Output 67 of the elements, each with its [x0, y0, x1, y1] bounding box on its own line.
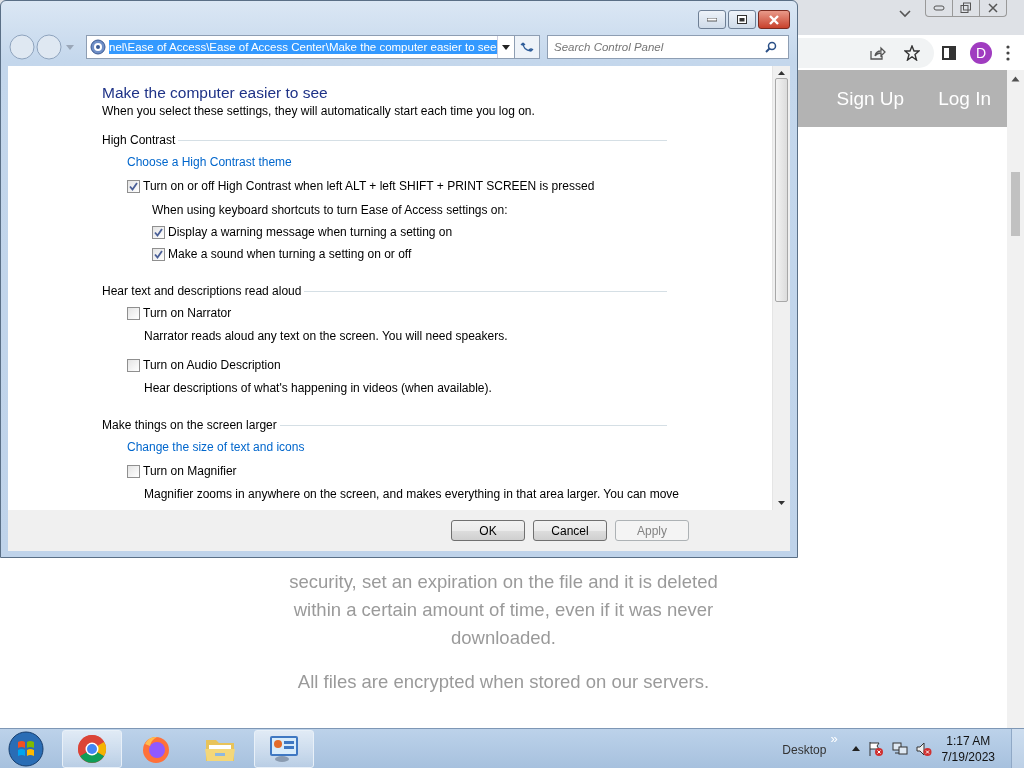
show-hidden-icons-icon[interactable]	[851, 746, 860, 751]
checkbox-label[interactable]: Turn on Magnifier	[143, 463, 237, 479]
scrollbar[interactable]	[1007, 70, 1024, 728]
minimize-button[interactable]	[698, 10, 726, 29]
clock[interactable]: 1:17 AM 7/19/2023	[941, 732, 995, 765]
start-button[interactable]	[8, 730, 44, 767]
volume-muted-icon[interactable]	[915, 740, 932, 757]
restore-icon	[960, 2, 972, 14]
close-icon	[987, 2, 999, 14]
clock-date: 7/19/2023	[941, 748, 995, 765]
checkbox[interactable]	[152, 225, 165, 239]
setting-description: Hear descriptions of what's happening in videos (when available).	[144, 380, 492, 396]
scroll-up-icon[interactable]	[1011, 76, 1020, 82]
star-icon[interactable]	[904, 44, 920, 61]
side-panel-icon[interactable]	[942, 45, 956, 60]
checkbox[interactable]	[127, 358, 140, 372]
close-icon	[768, 14, 780, 25]
desktop-toolbar-label[interactable]: Desktop	[782, 742, 827, 757]
chevron-down-icon[interactable]	[899, 10, 911, 18]
maximize-button[interactable]	[728, 10, 756, 29]
scroll-up-icon[interactable]	[778, 70, 785, 76]
checkbox[interactable]	[127, 179, 140, 193]
section-heading: High Contrast	[102, 132, 176, 148]
taskbar-button[interactable]	[254, 729, 314, 768]
checkbox-label[interactable]: Turn on Audio Description	[143, 357, 281, 373]
maximize-icon	[737, 15, 747, 24]
share-icon[interactable]	[870, 45, 886, 60]
profile-avatar[interactable]: D	[970, 41, 992, 64]
close-button[interactable]	[758, 10, 790, 29]
checkbox[interactable]	[127, 464, 140, 478]
note-text: When using keyboard shortcuts to turn Ease of Access settings on:	[152, 202, 509, 218]
taskbar-button[interactable]	[62, 729, 122, 768]
checkbox[interactable]	[127, 306, 140, 320]
search-icon	[765, 41, 777, 53]
chrome-icon	[77, 733, 107, 764]
minimize-icon	[707, 17, 717, 22]
search-field[interactable]: Search Control Panel	[547, 35, 789, 59]
scrollbar-thumb[interactable]	[1011, 172, 1020, 236]
refresh-button[interactable]	[515, 35, 540, 59]
network-icon[interactable]	[891, 740, 908, 757]
checkbox-label[interactable]: Display a warning message when turning a setting on	[168, 224, 453, 240]
section-heading: Hear text and descriptions read aloud	[102, 283, 302, 299]
setting-description: Magnifier zooms in anywhere on the screen, and makes everything in that area larger. You can move	[144, 486, 679, 502]
page-subtitle: When you select these settings, they will automatically start each time you log on.	[102, 103, 536, 119]
checkbox-label[interactable]: Turn on or off High Contrast when left ALT + left SHIFT + PRINT SCREEN is pressed	[143, 178, 595, 194]
caret-icon	[502, 44, 511, 50]
control-panel-icon	[90, 39, 106, 55]
checkbox-label[interactable]: Make a sound when turning a setting on or off	[168, 246, 412, 262]
body-paragraph: security, set an expiration on the file and it is deleted within a certain amount of time, even if it was never downloaded.	[288, 570, 719, 650]
minimize-icon	[933, 5, 945, 11]
body-paragraph: All files are encrypted when stored on our servers.	[296, 670, 711, 694]
scrollbar-thumb[interactable]	[775, 78, 788, 302]
scrollbar[interactable]	[772, 66, 790, 510]
clock-time: 1:17 AM	[946, 732, 991, 749]
dialog-button[interactable]: OK	[451, 520, 525, 541]
scroll-down-icon[interactable]	[778, 500, 785, 506]
checkbox-label[interactable]: Turn on Narrator	[143, 305, 232, 321]
menu-icon[interactable]	[1006, 44, 1010, 61]
page-title: Make the computer easier to see	[102, 83, 329, 103]
link[interactable]: Change the size of text and icons	[127, 439, 305, 455]
control-panel-icon	[268, 733, 300, 764]
dialog-button[interactable]: Cancel	[533, 520, 607, 541]
checkbox[interactable]	[152, 247, 165, 261]
setting-description: Narrator reads aloud any text on the screen. You will need speakers.	[144, 328, 508, 344]
section-heading: Make things on the screen larger	[102, 417, 277, 433]
flag-icon[interactable]	[867, 740, 884, 757]
link[interactable]: Choose a High Contrast theme	[127, 154, 292, 170]
